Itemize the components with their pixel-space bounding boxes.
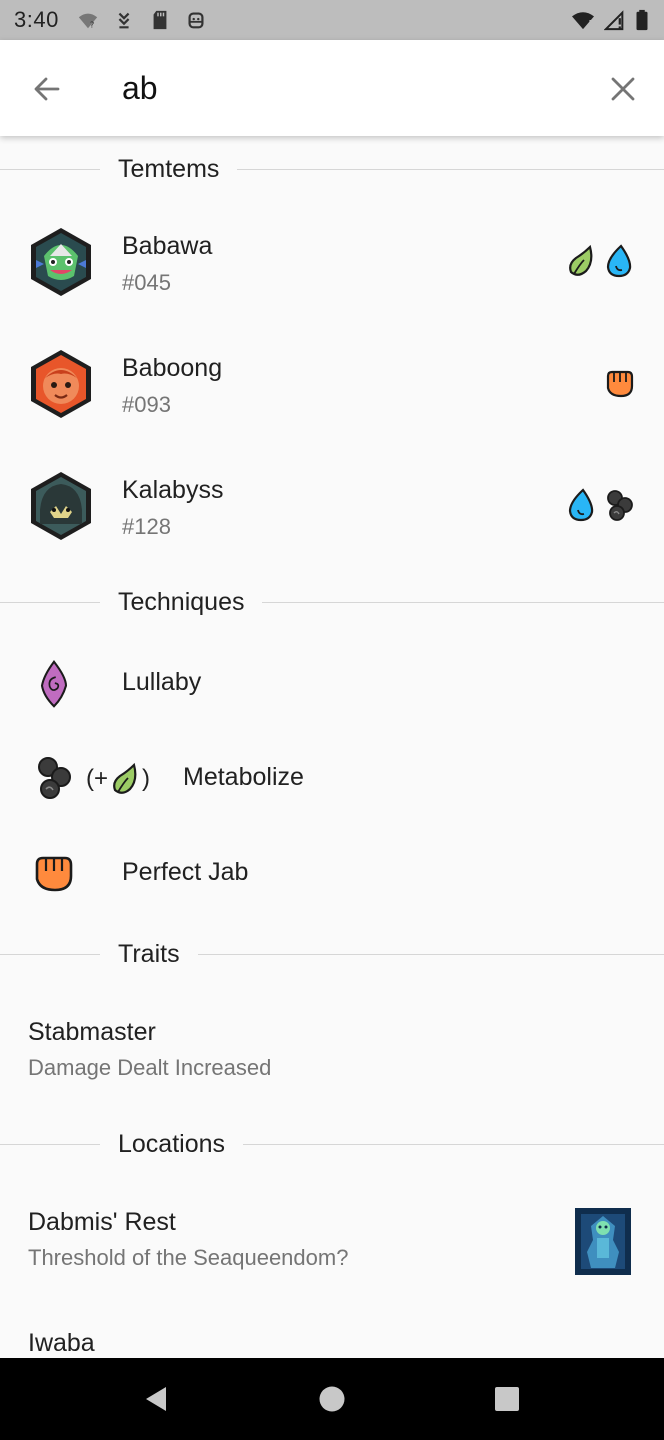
divider <box>237 168 664 170</box>
section-title: Techniques <box>118 587 245 616</box>
baboong-avatar <box>31 350 91 418</box>
divider <box>0 1143 100 1145</box>
search-input[interactable] <box>122 66 562 110</box>
toxic-type-icon <box>38 757 71 799</box>
type-icons <box>566 488 634 522</box>
type-icons <box>566 244 634 278</box>
temtem-name: Kalabyss <box>122 476 224 504</box>
mental-type-icon <box>40 660 68 708</box>
temtem-name: Babawa <box>122 232 213 260</box>
recents-square-icon <box>494 1387 519 1411</box>
cell-signal-icon <box>604 10 624 31</box>
location-row-dabmis-rest[interactable]: Dabmis' Rest Threshold of the Seaqueendo… <box>0 1176 664 1301</box>
section-header-traits: Traits <box>0 934 664 974</box>
divider <box>0 168 100 170</box>
trait-description: Damage Dealt Increased <box>28 1055 272 1080</box>
temtem-number: #093 <box>122 392 171 417</box>
location-name: Iwaba <box>28 1329 95 1357</box>
nature-type-icon <box>569 244 593 276</box>
nav-home-button[interactable] <box>302 1369 362 1429</box>
synergy-close: ) <box>142 765 151 792</box>
battery-icon <box>636 9 648 31</box>
back-triangle-icon <box>146 1387 167 1411</box>
toxic-type-icon <box>607 490 633 521</box>
technique-name: Perfect Jab <box>122 858 249 886</box>
status-time: 3:40 <box>14 7 59 32</box>
status-system-icons <box>570 9 650 31</box>
location-name: Dabmis' Rest <box>28 1208 176 1236</box>
arrow-left-icon <box>34 77 60 101</box>
babawa-avatar <box>31 228 91 296</box>
section-title: Locations <box>118 1129 226 1158</box>
synergy-indicator: (+ ) <box>86 759 150 799</box>
melee-type-icon <box>606 370 634 398</box>
download-icon <box>118 12 130 29</box>
system-nav-bar <box>0 1358 664 1440</box>
melee-type-icon <box>35 856 73 892</box>
trait-name: Stabmaster <box>28 1018 156 1046</box>
nav-recents-button[interactable] <box>477 1369 537 1429</box>
synergy-open: (+ <box>86 765 109 792</box>
temtem-name: Baboong <box>122 354 223 382</box>
search-results[interactable]: Temtems Babawa #045 Baboong #093 Kalabys… <box>0 136 664 1358</box>
nature-type-icon <box>113 762 137 794</box>
location-row-iwaba[interactable]: Iwaba <box>0 1301 664 1358</box>
section-header-techniques: Techniques <box>0 582 664 622</box>
temtem-number: #045 <box>122 270 171 295</box>
divider <box>262 601 664 603</box>
close-icon <box>611 77 635 101</box>
android-debug-icon <box>188 12 204 29</box>
search-bar <box>0 40 664 136</box>
divider <box>197 953 664 955</box>
temtem-row-kalabyss[interactable]: Kalabyss #128 <box>0 448 664 570</box>
technique-row-perfect-jab[interactable]: Perfect Jab <box>0 826 664 921</box>
divider <box>0 601 100 603</box>
wifi-question-icon: ? <box>78 13 97 29</box>
trait-row-stabmaster[interactable]: Stabmaster Damage Dealt Increased <box>0 996 664 1106</box>
status-bar: 3:40 ? <box>0 0 664 40</box>
technique-row-metabolize[interactable]: (+ ) Metabolize <box>0 731 664 826</box>
kalabyss-avatar <box>31 472 91 540</box>
water-type-icon <box>606 244 632 278</box>
back-button[interactable] <box>28 70 66 108</box>
svg-text:?: ? <box>90 19 94 29</box>
type-icons <box>604 366 634 400</box>
section-header-temtems: Temtems <box>0 149 664 189</box>
section-title: Temtems <box>118 154 220 183</box>
technique-name: Lullaby <box>122 668 202 696</box>
location-description: Threshold of the Seaqueendom? <box>28 1245 349 1270</box>
status-notification-icons: ? <box>77 9 207 31</box>
clear-search-button[interactable] <box>604 70 642 108</box>
section-header-locations: Locations <box>0 1124 664 1164</box>
technique-row-lullaby[interactable]: Lullaby <box>0 636 664 731</box>
temtem-row-baboong[interactable]: Baboong #093 <box>0 326 664 448</box>
sd-card-icon <box>153 10 167 30</box>
divider <box>0 953 100 955</box>
temtem-number: #128 <box>122 514 171 539</box>
temtem-row-babawa[interactable]: Babawa #045 <box>0 204 664 326</box>
divider <box>243 1143 664 1145</box>
home-circle-icon <box>319 1386 345 1412</box>
section-title: Traits <box>118 939 180 968</box>
technique-name: Metabolize <box>183 763 304 791</box>
water-type-icon <box>568 488 594 522</box>
location-thumbnail <box>575 1208 631 1275</box>
nav-back-button[interactable] <box>127 1369 187 1429</box>
wifi-signal-icon <box>572 12 594 30</box>
